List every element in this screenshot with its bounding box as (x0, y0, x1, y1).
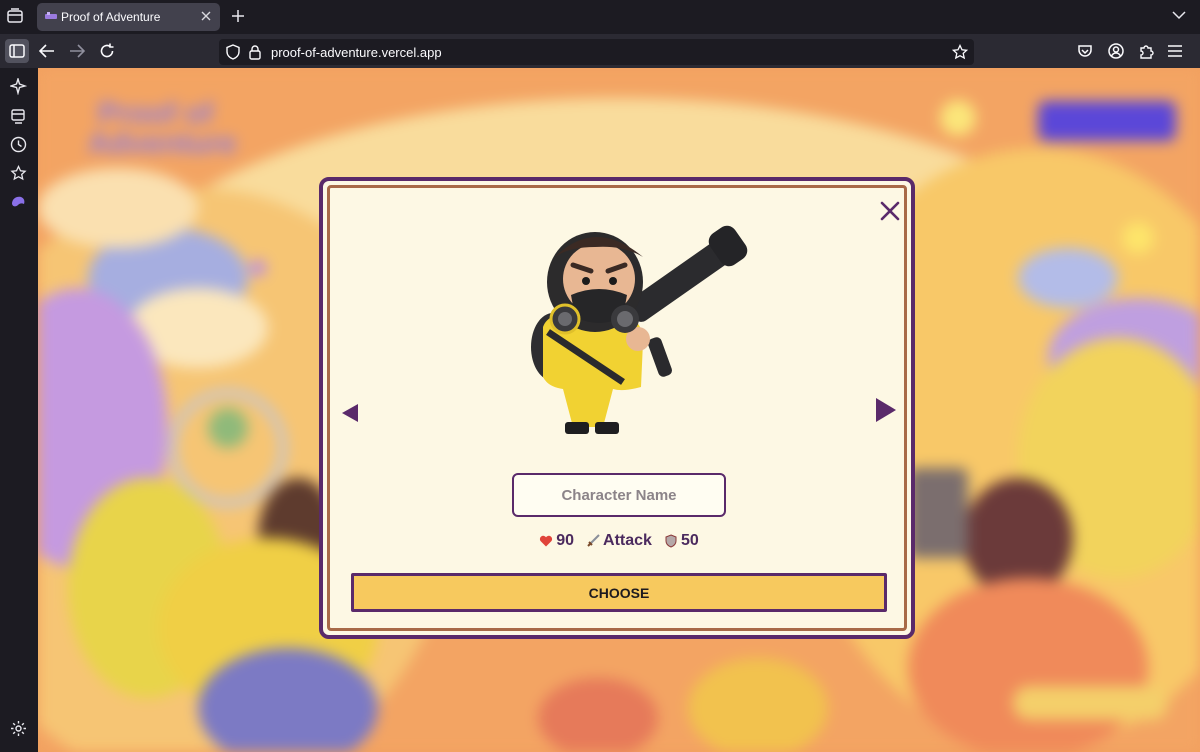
reload-icon (100, 43, 114, 58)
history-icon[interactable] (10, 136, 27, 153)
close-icon[interactable] (879, 200, 901, 222)
close-tab-icon[interactable] (200, 10, 212, 22)
star-icon[interactable] (952, 44, 968, 60)
svg-text:Adventure: Adventure (88, 127, 236, 160)
character-name-input[interactable] (512, 473, 726, 517)
browser-window: Proof of Adventure proof-of-adventure.ve… (0, 0, 1200, 752)
extensions-button[interactable] (1134, 39, 1158, 63)
arrow-right-icon (70, 44, 85, 58)
pocket-icon (1078, 45, 1092, 57)
defense-stat: 50 (664, 532, 699, 550)
tracking-shield-icon[interactable] (225, 44, 241, 60)
arrow-left-icon[interactable] (341, 403, 359, 423)
lock-icon[interactable] (247, 44, 263, 60)
character-stats: 90 Attack 50 (323, 532, 915, 550)
url-bar[interactable]: proof-of-adventure.vercel.app (219, 39, 974, 65)
character-portrait (531, 225, 748, 434)
shield-icon (665, 534, 677, 548)
synced-tabs-icon[interactable] (10, 108, 27, 125)
back-button[interactable] (35, 39, 59, 63)
ai-sparkle-icon[interactable] (10, 78, 27, 95)
bazooka-icon (627, 225, 748, 377)
bookmarks-icon[interactable] (10, 165, 27, 182)
menu-button[interactable] (1163, 39, 1187, 63)
pocket-button[interactable] (1073, 39, 1097, 63)
settings-gear-icon[interactable] (10, 720, 27, 737)
heart-icon (540, 535, 553, 547)
attack-label: Attack (603, 532, 652, 549)
navigation-bar: proof-of-adventure.vercel.app (0, 34, 1200, 68)
svg-text:Proof of: Proof of (98, 97, 214, 130)
defense-value: 50 (680, 532, 699, 549)
tab-title: Proof of Adventure (61, 10, 161, 24)
attack-stat: Attack (586, 532, 652, 550)
health-stat: 90 (539, 532, 574, 550)
arrow-left-icon (39, 44, 54, 58)
browser-sidebar (0, 68, 38, 752)
web-page: Proof of Adventure Character Name 90 Att… (38, 68, 1200, 752)
sidebar-toggle-button[interactable] (5, 39, 29, 63)
tab-active[interactable]: Proof of Adventure (37, 3, 220, 31)
new-tab-icon[interactable] (230, 8, 246, 24)
tab-overview-icon[interactable] (6, 7, 24, 25)
hamburger-icon (1168, 45, 1182, 57)
sword-icon (587, 534, 600, 547)
url-text[interactable]: proof-of-adventure.vercel.app (271, 45, 442, 60)
sidebar-icon (9, 44, 25, 58)
chevron-down-icon[interactable] (1172, 10, 1186, 20)
choose-button[interactable]: CHOOSE (351, 573, 887, 612)
puzzle-icon (1140, 45, 1154, 59)
character-select-modal: 90 Attack 50 CHOOSE (319, 177, 915, 639)
arrow-right-icon[interactable] (875, 397, 897, 423)
favicon-icon (45, 12, 57, 19)
tab-strip: Proof of Adventure (0, 0, 1200, 34)
health-value: 90 (556, 532, 575, 549)
extension-logo-icon[interactable] (10, 194, 27, 211)
account-icon (1108, 43, 1124, 59)
reload-button[interactable] (95, 39, 119, 63)
account-button[interactable] (1104, 39, 1128, 63)
forward-button[interactable] (65, 39, 89, 63)
